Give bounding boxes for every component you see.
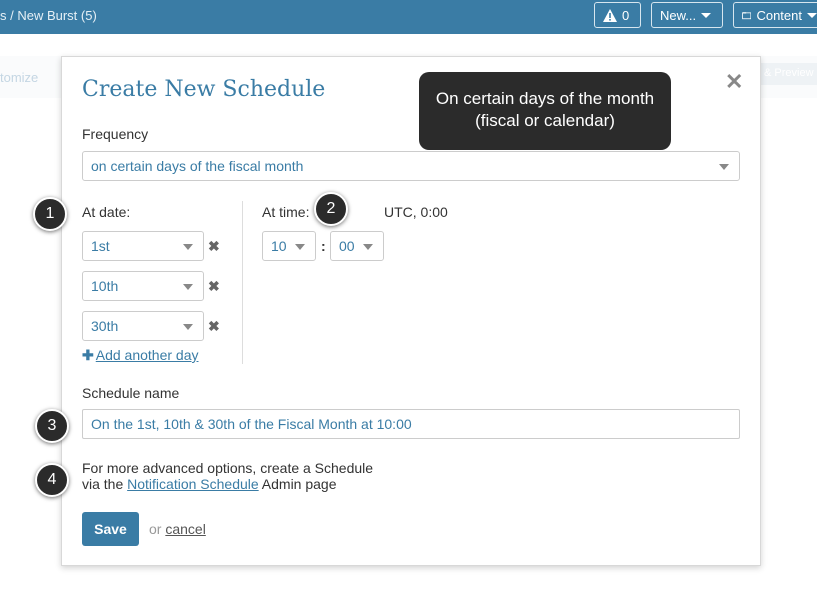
chevron-down-icon [183,244,193,250]
folder-icon [742,11,752,19]
create-schedule-dialog: Create New Schedule ✕ On certain days of… [61,56,761,566]
add-another-day-link[interactable]: ✚ Add another day [82,347,198,364]
time-separator: : [321,238,326,254]
frequency-value: on certain days of the fiscal month [91,158,304,174]
day-select[interactable]: 30th [82,311,204,341]
content-menu-label: Content [756,7,802,23]
cancel-link[interactable]: cancel [165,521,205,537]
chevron-down-icon [295,244,305,250]
chevron-down-icon [183,284,193,290]
timezone-label: UTC, 0:00 [384,204,448,220]
add-another-day-label: Add another day [95,347,199,363]
warning-icon [603,8,617,22]
frequency-select[interactable]: on certain days of the fiscal month [82,151,740,181]
content-menu-button[interactable]: Content [733,2,817,28]
remove-day-icon[interactable]: ✖ [208,318,220,335]
chevron-down-icon [183,324,193,330]
chevron-down-icon [807,12,817,18]
chevron-down-icon [363,244,373,250]
help-line-1: For more advanced options, create a Sche… [82,460,374,476]
at-date-label: At date: [82,204,131,220]
background-tab-customize: tomize [0,70,39,85]
notification-schedule-link[interactable]: Notification Schedule [127,476,259,492]
advanced-options-help: For more advanced options, create a Sche… [82,460,373,492]
chevron-down-icon [701,12,712,18]
cancel-area: or cancel [149,521,206,537]
minute-select[interactable]: 00 [330,231,384,261]
remove-day-icon[interactable]: ✖ [208,278,220,295]
alerts-button[interactable]: 0 [594,2,641,28]
column-divider [242,201,243,364]
callout-marker-1: 1 [33,197,67,231]
schedule-name-label: Schedule name [82,385,180,401]
frequency-label: Frequency [82,126,149,142]
help-suffix: Admin page [258,476,337,492]
alert-count: 0 [622,7,630,23]
day-select[interactable]: 10th [82,271,204,301]
new-menu-button[interactable]: New... [651,2,723,28]
plus-icon: ✚ [82,347,94,363]
close-icon[interactable]: ✕ [725,69,743,95]
hour-value: 10 [271,238,287,254]
day-value: 1st [91,238,110,254]
or-text: or [149,521,166,537]
hour-select[interactable]: 10 [262,231,316,261]
help-line-2: via the Notification Schedule Admin page [82,476,373,492]
minute-value: 00 [339,238,355,254]
top-bar: s / New Burst (5) 0 New... Content [0,0,817,34]
tooltip-frequency: On certain days of the month (fiscal or … [419,72,671,150]
at-time-label: At time: [262,204,310,220]
breadcrumb[interactable]: s / New Burst (5) [0,8,97,23]
day-select[interactable]: 1st [82,231,204,261]
callout-marker-4: 4 [35,463,69,497]
remove-day-icon[interactable]: ✖ [208,238,220,255]
day-value: 10th [91,278,119,294]
callout-marker-2: 2 [314,192,348,226]
chevron-down-icon [719,164,729,170]
save-button[interactable]: Save [82,512,139,546]
schedule-name-input[interactable]: On the 1st, 10th & 30th of the Fiscal Mo… [82,409,740,439]
callout-marker-3: 3 [35,409,69,443]
dialog-title: Create New Schedule [82,77,326,102]
day-value: 30th [91,318,119,334]
help-prefix: via the [82,476,128,492]
new-menu-label: New... [660,7,697,23]
